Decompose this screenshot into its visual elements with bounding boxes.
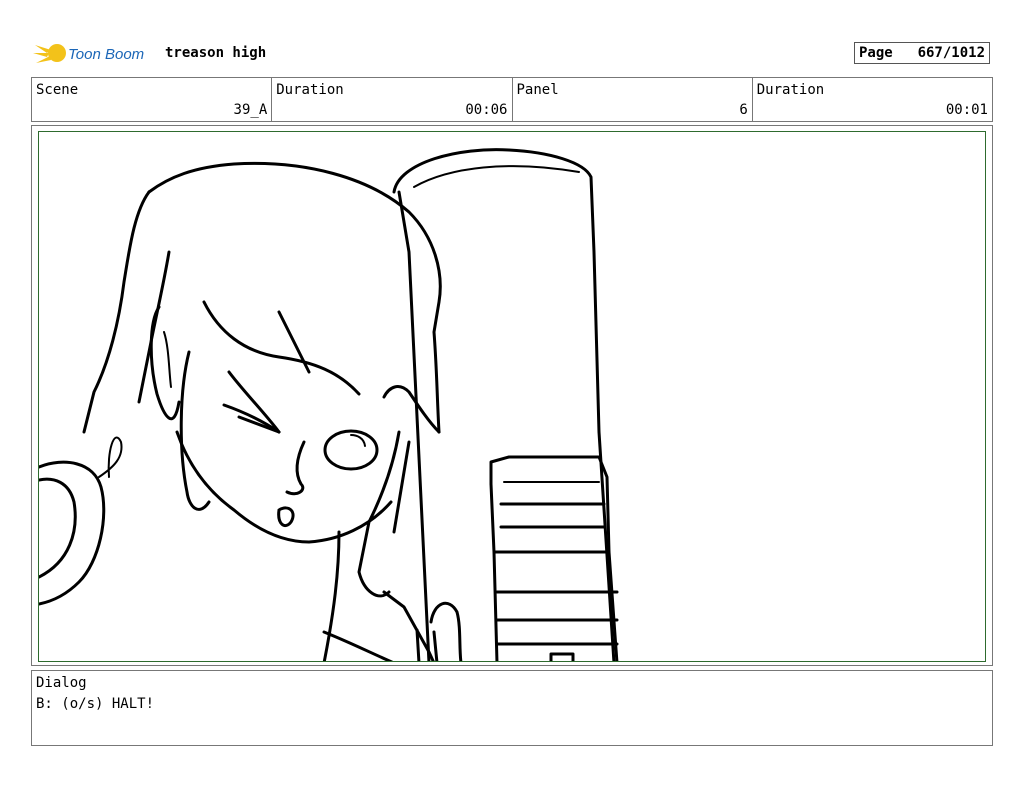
logo-text: Toon Boom [68, 46, 144, 63]
panel-duration-cell: Duration 00:01 [753, 78, 992, 121]
panel-label: Panel [516, 82, 559, 98]
character-body [322, 530, 341, 661]
page-label: Page [859, 45, 893, 61]
telescope-tube [392, 148, 616, 661]
scene-cell: Scene 39_A [32, 78, 273, 121]
panel-cell: Panel 6 [513, 78, 753, 121]
scene-duration-cell: Duration 00:06 [272, 78, 513, 121]
panel-duration-value: 00:01 [945, 102, 988, 118]
toon-boom-logo: Toon Boom [33, 36, 158, 70]
page-indicator: Page 667/1012 [854, 42, 990, 64]
scene-value: 39_A [233, 102, 268, 118]
foreground-arm [39, 460, 106, 606]
panel-drawing-area [38, 131, 986, 662]
panel-duration-label: Duration [756, 82, 825, 98]
project-title: treason high [165, 45, 267, 61]
toon-boom-logo-icon: Toon Boom [33, 44, 144, 63]
panel-value: 6 [739, 102, 748, 118]
character-open-eye [323, 429, 379, 471]
dialog-box: Dialog B: (o/s) HALT! [31, 670, 993, 746]
dialog-label: Dialog [36, 675, 87, 691]
character-mouth [285, 440, 306, 496]
page-value: 667/1012 [917, 45, 985, 61]
panel-info-row: Scene 39_A Duration 00:06 Panel 6 Durati… [31, 77, 993, 122]
scene-label: Scene [36, 82, 79, 98]
dialog-text: B: (o/s) HALT! [36, 696, 155, 712]
scene-duration-label: Duration [276, 82, 344, 98]
scene-duration-value: 00:06 [465, 102, 508, 118]
character-hair [147, 161, 442, 434]
storyboard-sketch [39, 148, 619, 661]
